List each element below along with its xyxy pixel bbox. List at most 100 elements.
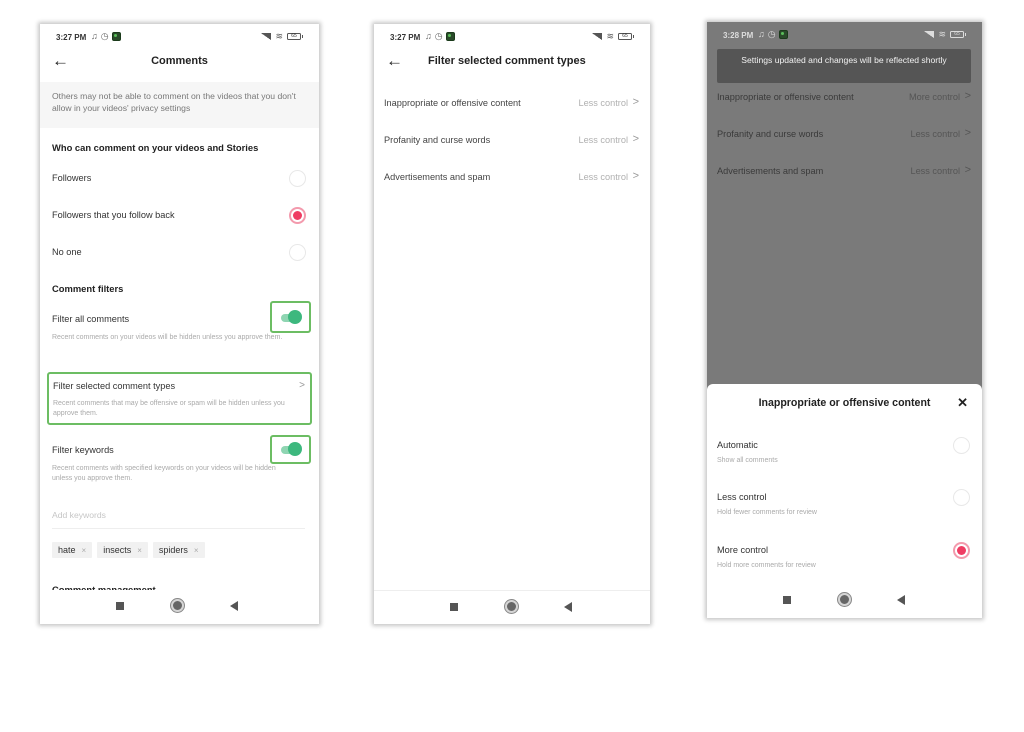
filter-selected-label: Filter selected comment types	[53, 381, 176, 391]
android-nav-bar	[707, 584, 982, 618]
battery-icon: 65	[618, 32, 634, 40]
comment-type-row-inappropriate[interactable]: Inappropriate or offensive content Less …	[374, 86, 650, 123]
status-bar: 3:27 PM ♫ ◷ ≋ 65	[374, 24, 650, 50]
comments-screen: 3:27 PM ♫ ◷ ≋ 65 ← Comments Others may n…	[40, 24, 319, 624]
signal-icon	[592, 32, 603, 40]
alarm-icon: ◷	[434, 31, 443, 41]
option-label: Automatic	[717, 440, 758, 450]
keyword-chip: insects ×	[97, 542, 148, 558]
home-button-icon[interactable]	[505, 600, 518, 613]
filter-selected-description: Recent comments that may be offensive or…	[53, 400, 285, 417]
comment-type-label: Inappropriate or offensive content	[717, 92, 854, 102]
sheet-title: Inappropriate or offensive content	[758, 397, 931, 409]
home-button-icon[interactable]	[838, 593, 851, 606]
filter-all-comments-label: Filter all comments	[52, 314, 130, 324]
app-notification-icon	[778, 29, 788, 39]
filter-all-comments-toggle[interactable]	[270, 301, 311, 333]
toggle-knob	[288, 442, 302, 456]
comment-type-options-screen: 3:28 PM ♫ ◷ ≋ 65 Inappropriate or offens…	[707, 22, 982, 618]
wifi-icon: ≋	[938, 29, 946, 39]
settings-updated-toast: Settings updated and changes will be ref…	[717, 49, 971, 83]
wifi-icon: ≋	[606, 31, 614, 41]
battery-icon: 65	[287, 32, 303, 40]
comment-type-label: Profanity and curse words	[384, 135, 491, 145]
back-button-icon[interactable]	[564, 602, 572, 612]
option-label: Followers that you follow back	[52, 210, 175, 220]
chevron-right-icon: >	[964, 90, 971, 102]
option-automatic[interactable]: Automatic Show all comments	[707, 437, 982, 488]
battery-icon: 65	[950, 30, 966, 38]
back-button-icon[interactable]	[230, 601, 238, 611]
option-description: Show all comments	[717, 457, 778, 464]
option-label: Followers	[52, 173, 92, 183]
home-button-icon[interactable]	[171, 599, 184, 612]
header: ← Comments	[40, 50, 319, 74]
chevron-right-icon: >	[964, 164, 971, 176]
comment-type-value: More control	[908, 92, 960, 102]
comment-type-label: Advertisements and spam	[384, 172, 491, 182]
radio-follow-back[interactable]	[289, 207, 306, 224]
comment-type-row-profanity[interactable]: Profanity and curse words Less control >	[374, 123, 650, 160]
add-keywords-input[interactable]: Add keywords	[52, 510, 305, 529]
alarm-icon: ◷	[100, 31, 109, 41]
comment-filters-heading: Comment filters	[52, 283, 124, 294]
radio-more-control[interactable]	[953, 542, 970, 559]
option-description: Hold more comments for review	[717, 562, 816, 569]
notification-bell-icon: ♫	[425, 31, 432, 41]
chevron-right-icon: >	[299, 380, 305, 391]
comment-type-label: Advertisements and spam	[717, 166, 824, 176]
app-notification-icon	[445, 31, 455, 41]
arrow-left-icon[interactable]: ←	[386, 51, 403, 71]
comment-type-row-profanity[interactable]: Profanity and curse words Less control >	[707, 117, 982, 154]
keyword-text: insects	[103, 545, 132, 555]
keyword-chips: hate × insects × spiders ×	[52, 542, 205, 558]
page-title: Comments	[151, 55, 208, 67]
recents-button-icon[interactable]	[450, 603, 458, 611]
chevron-right-icon: >	[632, 96, 639, 108]
comment-type-value: Less control	[910, 166, 960, 176]
app-notification-icon	[111, 31, 121, 41]
keyword-chip: hate ×	[52, 542, 93, 558]
remove-keyword-icon[interactable]: ×	[194, 546, 199, 555]
keyword-chip: spiders ×	[152, 542, 205, 558]
comment-type-row-spam[interactable]: Advertisements and spam Less control >	[374, 160, 650, 197]
status-time: 3:28 PM	[723, 31, 754, 40]
comment-type-label: Profanity and curse words	[717, 129, 824, 139]
option-label: Less control	[717, 492, 767, 502]
filter-comment-types-screen: 3:27 PM ♫ ◷ ≋ 65 ← Filter selected comme…	[374, 24, 650, 624]
filter-selected-comment-types-row[interactable]: Filter selected comment types > Recent c…	[47, 372, 312, 425]
radio-no-one[interactable]	[289, 244, 306, 261]
privacy-info-banner: Others may not be able to comment on the…	[40, 82, 319, 128]
option-description: Hold fewer comments for review	[717, 509, 817, 516]
option-less-control[interactable]: Less control Hold fewer comments for rev…	[707, 489, 982, 540]
alarm-icon: ◷	[767, 29, 776, 39]
radio-followers[interactable]	[289, 170, 306, 187]
close-icon[interactable]: ✕	[957, 395, 968, 411]
comment-type-row-spam[interactable]: Advertisements and spam Less control >	[707, 154, 982, 191]
comment-type-row-inappropriate[interactable]: Inappropriate or offensive content More …	[707, 80, 982, 117]
notification-bell-icon: ♫	[91, 31, 98, 41]
remove-keyword-icon[interactable]: ×	[137, 546, 142, 555]
radio-automatic[interactable]	[953, 437, 970, 454]
recents-button-icon[interactable]	[116, 602, 124, 610]
radio-less-control[interactable]	[953, 489, 970, 506]
filter-keywords-label: Filter keywords	[52, 445, 114, 455]
option-label: More control	[717, 545, 769, 555]
filter-keywords-description: Recent comments with specified keywords …	[52, 465, 276, 482]
android-nav-bar	[40, 590, 319, 624]
wifi-icon: ≋	[275, 31, 283, 41]
chevron-right-icon: >	[632, 133, 639, 145]
page-title: Filter selected comment types	[428, 55, 586, 67]
recents-button-icon[interactable]	[783, 596, 791, 604]
status-bar: 3:28 PM ♫ ◷ ≋ 65	[707, 22, 982, 48]
toggle-knob	[288, 310, 302, 324]
who-can-comment-heading: Who can comment on your videos and Stori…	[52, 142, 259, 153]
back-button-icon[interactable]	[897, 595, 905, 605]
option-label: No one	[52, 247, 82, 257]
status-time: 3:27 PM	[390, 33, 421, 42]
signal-icon	[261, 32, 272, 40]
comment-type-value: Less control	[578, 172, 628, 182]
filter-keywords-toggle[interactable]	[270, 435, 311, 464]
filter-all-comments-description: Recent comments on your videos will be h…	[52, 334, 283, 341]
remove-keyword-icon[interactable]: ×	[82, 546, 87, 555]
